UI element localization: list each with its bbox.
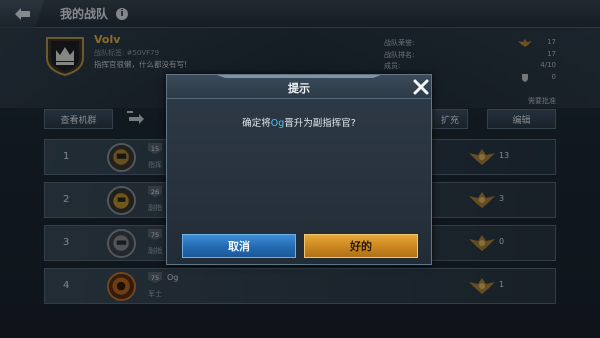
confirm-button[interactable]: 好的 [304,234,418,258]
dialog-header: 提示 [167,75,431,99]
cancel-button[interactable]: 取消 [182,234,296,258]
message-prefix: 确定将 [242,118,271,129]
dialog-message: 确定将Og晋升为副指挥官? [167,115,431,129]
message-suffix: 晋升为副指挥官? [284,118,356,129]
close-button[interactable] [411,77,431,97]
dialog-title: 提示 [288,82,310,95]
promote-confirm-dialog: 提示 确定将Og晋升为副指挥官? 取消 好的 [166,74,432,265]
target-player-name: Og [270,118,285,129]
close-icon [413,79,429,95]
